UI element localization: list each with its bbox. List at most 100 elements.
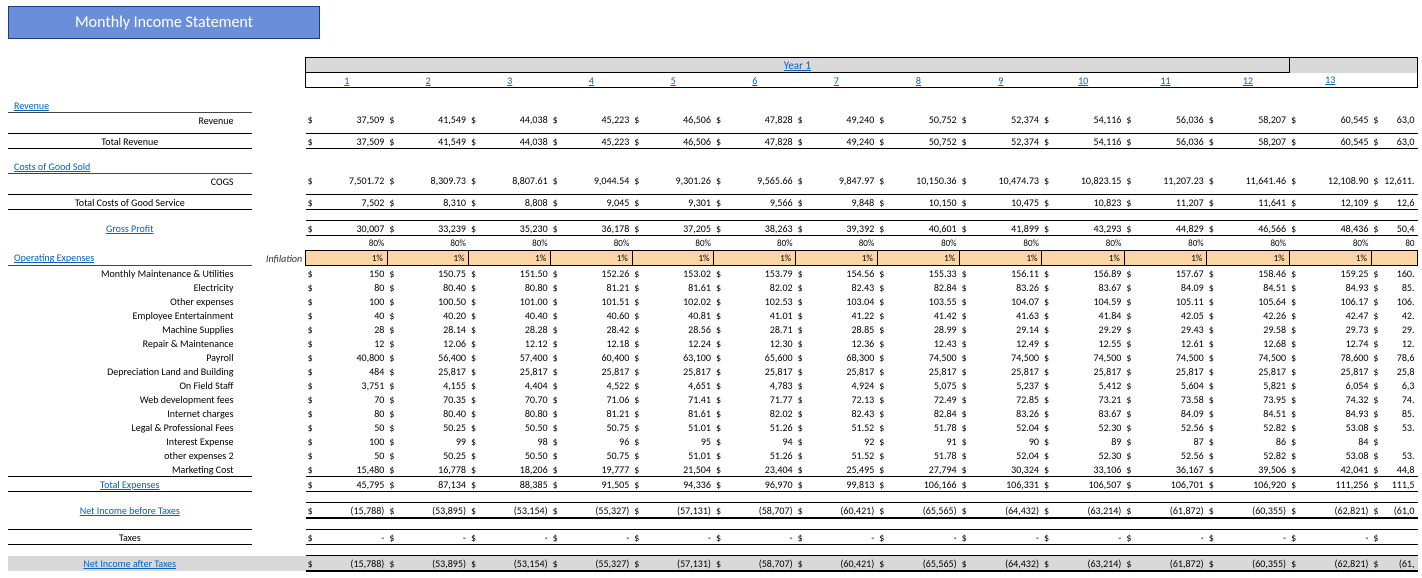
value-cell: 8,309.73 xyxy=(397,174,469,189)
total-expenses-label: Total Expenses xyxy=(8,477,252,492)
value-cell: 25,817 xyxy=(1216,364,1289,378)
value-cell: 47,828 xyxy=(724,134,796,149)
value-cell: 73.58 xyxy=(1134,392,1207,406)
value-cell: 102.02 xyxy=(642,294,714,308)
value-cell: 54,116 xyxy=(1052,134,1125,149)
value-cell: 9,847.97 xyxy=(805,174,877,189)
value-cell: 10,150.36 xyxy=(887,174,960,189)
value-cell: 51.52 xyxy=(805,448,877,462)
value-cell: 154.56 xyxy=(805,266,877,281)
value-cell: 23,404 xyxy=(724,462,796,477)
value-cell: 52.56 xyxy=(1134,448,1207,462)
month-header: 8 xyxy=(877,73,959,88)
value-cell: 94,336 xyxy=(642,477,714,492)
value-cell: 56,400 xyxy=(397,350,469,364)
value-cell: 12,109 xyxy=(1299,195,1372,210)
taxes-label: Taxes xyxy=(8,530,252,545)
month-header: 10 xyxy=(1042,73,1124,88)
value-cell: 12,611. xyxy=(1381,174,1417,189)
value-cell: 10,823.15 xyxy=(1052,174,1125,189)
value-cell: 50.75 xyxy=(560,420,632,434)
inflation-cell: 1% xyxy=(1042,251,1124,266)
value-cell: 10,150 xyxy=(887,195,960,210)
value-cell: 12. xyxy=(1381,336,1417,350)
value-cell: 89 xyxy=(1052,434,1125,448)
value-cell: 29. xyxy=(1381,322,1417,336)
value-cell: 83.26 xyxy=(969,406,1042,420)
value-cell: 52,374 xyxy=(969,113,1042,128)
nibt-value: (58,707) xyxy=(724,503,796,519)
value-cell: 85. xyxy=(1381,406,1417,420)
value-cell: 4,924 xyxy=(805,378,877,392)
value-cell: 80.40 xyxy=(397,406,469,420)
value-cell: 12.74 xyxy=(1299,336,1372,350)
value-cell: 25,817 xyxy=(1299,364,1372,378)
taxes-value: - xyxy=(315,530,387,545)
value-cell: 81.61 xyxy=(642,406,714,420)
value-cell: 28.85 xyxy=(805,322,877,336)
value-cell: 29.73 xyxy=(1299,322,1372,336)
value-cell: 82.43 xyxy=(805,406,877,420)
value-cell: 52.30 xyxy=(1052,448,1125,462)
month-header: 13 xyxy=(1289,73,1371,88)
niat-value: (64,432) xyxy=(969,556,1042,572)
month-header: 3 xyxy=(469,73,551,88)
value-cell: 21,504 xyxy=(642,462,714,477)
value-cell: 158.46 xyxy=(1216,266,1289,281)
value-cell: 82.84 xyxy=(887,406,960,420)
nibt-value: (53,154) xyxy=(479,503,551,519)
inflation-cell: 1% xyxy=(306,251,388,266)
value-cell: 105.64 xyxy=(1216,294,1289,308)
gross-margin-pct: 80% xyxy=(315,236,387,251)
value-cell: 82.84 xyxy=(887,280,960,294)
value-cell: 84.09 xyxy=(1134,280,1207,294)
value-cell: 28.56 xyxy=(642,322,714,336)
month-header: 6 xyxy=(714,73,796,88)
value-cell: 28.42 xyxy=(560,322,632,336)
value-cell: 12.06 xyxy=(397,336,469,350)
inflation-cell: 1% xyxy=(714,251,796,266)
gross-margin-pct: 80% xyxy=(1134,236,1207,251)
value-cell: 71.41 xyxy=(642,392,714,406)
value-cell: 42. xyxy=(1381,308,1417,322)
value-cell: 40.60 xyxy=(560,308,632,322)
niat-value: (60,355) xyxy=(1216,556,1289,572)
value-cell: 37,509 xyxy=(315,113,387,128)
value-cell: 12.12 xyxy=(479,336,551,350)
value-cell: 151.50 xyxy=(479,266,551,281)
value-cell: 156.11 xyxy=(969,266,1042,281)
value-cell: 106,920 xyxy=(1216,477,1289,492)
inflation-cell: 1% xyxy=(632,251,714,266)
value-cell: 5,237 xyxy=(969,378,1042,392)
nibt-value: (60,421) xyxy=(805,503,877,519)
niat-value: (53,895) xyxy=(397,556,469,572)
month-header: 4 xyxy=(551,73,633,88)
value-cell: 74. xyxy=(1381,392,1417,406)
spreadsheet-canvas[interactable]: Monthly Income Statement Year 1123456789… xyxy=(0,0,1422,578)
value-cell: 48,436 xyxy=(1299,221,1372,236)
niat-value: (15,788) xyxy=(315,556,387,572)
value-cell: 106.17 xyxy=(1299,294,1372,308)
value-cell: 60,545 xyxy=(1299,113,1372,128)
gross-margin-pct: 80% xyxy=(1052,236,1125,251)
value-cell: 155.33 xyxy=(887,266,960,281)
value-cell: 11,641.46 xyxy=(1216,174,1289,189)
month-header: 7 xyxy=(796,73,878,88)
value-cell: 150 xyxy=(315,266,387,281)
value-cell: 12.36 xyxy=(805,336,877,350)
nibt-value: (15,788) xyxy=(315,503,387,519)
value-cell: 99,813 xyxy=(805,477,877,492)
niat-value: (61,872) xyxy=(1134,556,1207,572)
value-cell: 65,600 xyxy=(724,350,796,364)
value-cell: 60,400 xyxy=(560,350,632,364)
value-cell: 25,8 xyxy=(1381,364,1417,378)
value-cell: 27,794 xyxy=(887,462,960,477)
inflation-label: Infilation xyxy=(252,251,306,266)
opex-row-label: Machine Supplies xyxy=(8,322,252,336)
month-header: 1 xyxy=(306,73,388,88)
gross-margin-pct: 80% xyxy=(724,236,796,251)
value-cell: 157.67 xyxy=(1134,266,1207,281)
value-cell: 40.40 xyxy=(479,308,551,322)
value-cell: 30,324 xyxy=(969,462,1042,477)
value-cell: 25,817 xyxy=(805,364,877,378)
